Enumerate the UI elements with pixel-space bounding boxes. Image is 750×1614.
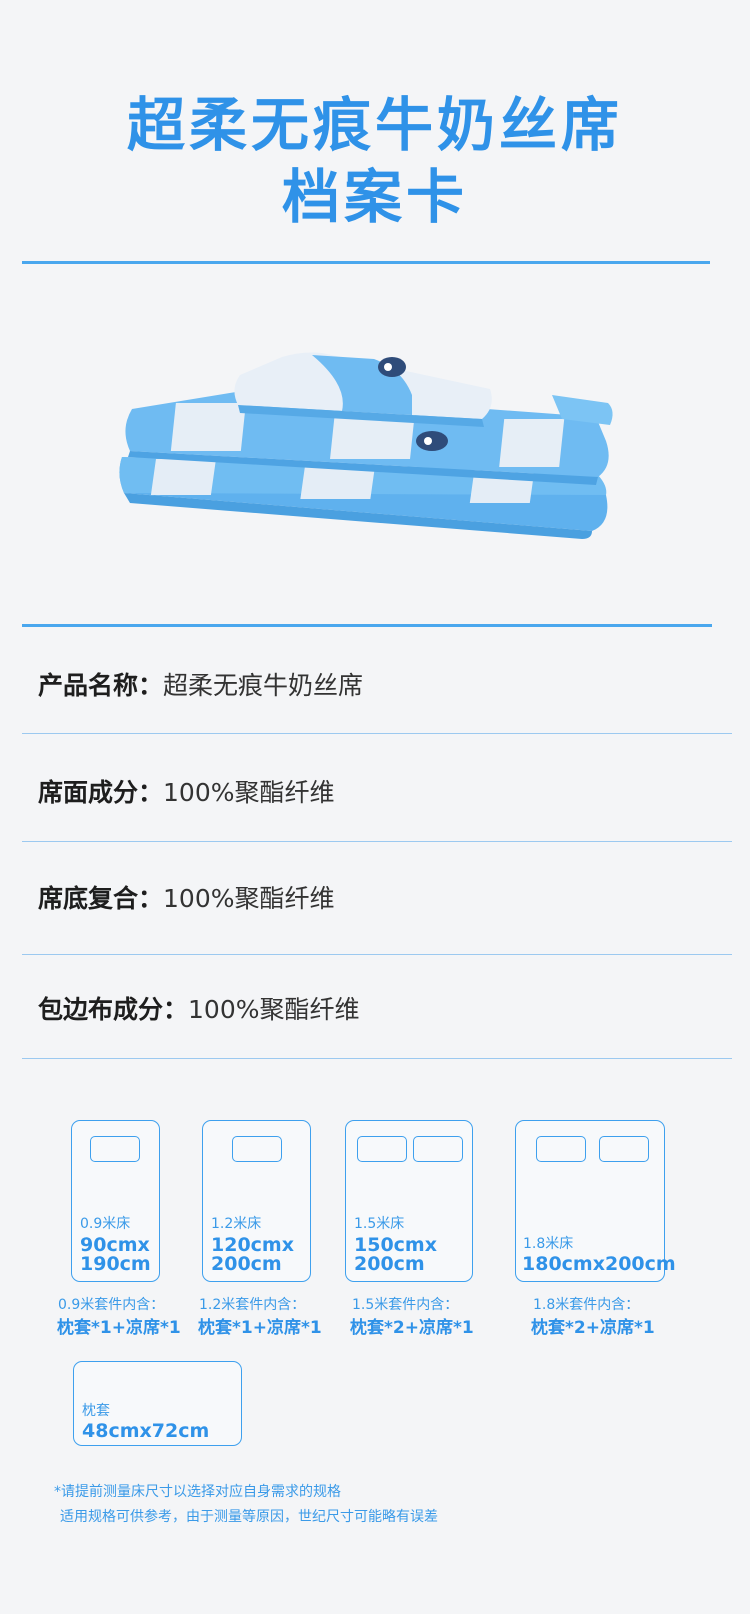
spec-surface-material: 席面成分：100%聚酯纤维 — [38, 773, 335, 809]
note-disclaimer: 适用规格可供参考，由于测量等原因，世纪尺寸可能略有误差 — [60, 1509, 438, 1525]
spec-key: 席面成分： — [38, 778, 164, 807]
set-label: 1.8米套件内含： — [533, 1297, 640, 1313]
spec-product-name: 产品名称：超柔无痕牛奶丝席 — [38, 666, 363, 702]
pillowcase-label: 枕套 — [82, 1403, 110, 1419]
pillow-icon — [90, 1136, 140, 1162]
divider — [22, 1058, 732, 1059]
spec-value: 100%聚酯纤维 — [163, 778, 335, 807]
spec-value: 100%聚酯纤维 — [163, 884, 335, 913]
spec-edging-material: 包边布成分：100%聚酯纤维 — [38, 990, 360, 1026]
bed-label: 1.5米床 — [354, 1216, 405, 1232]
pillow-icon — [536, 1136, 586, 1162]
set-label: 1.2米套件内含： — [199, 1297, 306, 1313]
set-content: 枕套*2+凉席*1 — [531, 1318, 655, 1338]
spec-key: 包边布成分： — [38, 995, 189, 1024]
set-label: 1.5米套件内含： — [352, 1297, 459, 1313]
pillowcase-size: 48cmx72cm — [82, 1420, 210, 1442]
page-subtitle: 档案卡 — [281, 163, 468, 231]
spec-value: 100%聚酯纤维 — [188, 995, 360, 1024]
bed-size: 190cm — [80, 1253, 151, 1275]
spec-key: 席底复合： — [38, 884, 164, 913]
bed-size: 200cm — [211, 1253, 282, 1275]
spec-base-material: 席底复合：100%聚酯纤维 — [38, 879, 335, 915]
bed-label: 1.2米床 — [211, 1216, 262, 1232]
bed-diagram-1-8: 1.8米床 180cmx200cm — [515, 1120, 676, 1282]
set-content: 枕套*1+凉席*1 — [57, 1318, 181, 1338]
bed-size: 200cm — [354, 1253, 425, 1275]
folded-mat-image — [119, 352, 613, 539]
divider — [22, 841, 732, 842]
bed-diagram-1-5: 1.5米床 150cmx 200cm — [345, 1120, 473, 1282]
pillow-icon — [599, 1136, 649, 1162]
divider-top — [22, 261, 710, 264]
set-content: 枕套*1+凉席*1 — [198, 1318, 322, 1338]
bed-size: 180cmx200cm — [522, 1253, 676, 1275]
pillowcase-diagram: 枕套 48cmx72cm — [73, 1361, 242, 1446]
pillow-icon — [413, 1136, 463, 1162]
bed-label: 0.9米床 — [80, 1216, 131, 1232]
divider — [22, 954, 732, 955]
note-measure: *请提前测量床尺寸以选择对应自身需求的规格 — [54, 1484, 341, 1500]
pillow-icon — [232, 1136, 282, 1162]
set-label: 0.9米套件内含： — [58, 1297, 165, 1313]
spec-key: 产品名称： — [38, 671, 164, 700]
pillow-icon — [357, 1136, 407, 1162]
set-content: 枕套*2+凉席*1 — [350, 1318, 474, 1338]
bed-diagram-1-2: 1.2米床 120cmx 200cm — [202, 1120, 311, 1282]
bed-diagram-0-9: 0.9米床 90cmx 190cm — [71, 1120, 160, 1282]
divider — [22, 733, 732, 734]
spec-value: 超柔无痕牛奶丝席 — [163, 671, 364, 700]
bed-label: 1.8米床 — [523, 1236, 574, 1252]
divider-image-bottom — [22, 624, 712, 627]
